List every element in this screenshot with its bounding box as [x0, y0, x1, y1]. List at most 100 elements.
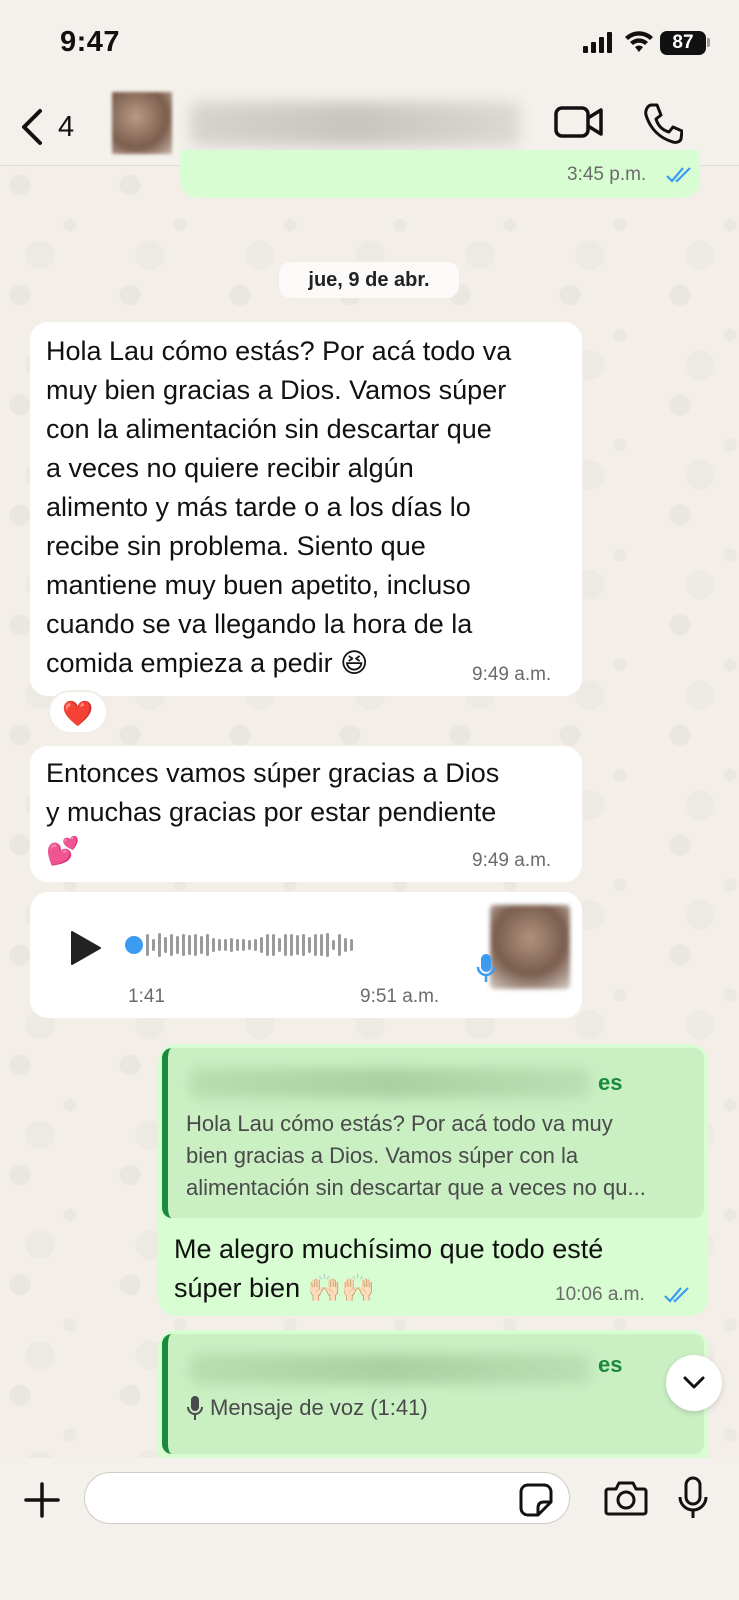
incoming-message[interactable]: Hola Lau cómo estás? Por acá todo va muy…	[30, 322, 582, 696]
microphone-icon	[476, 954, 496, 982]
quote-text: Mensaje de voz (1:41)	[210, 1395, 428, 1420]
audio-waveform[interactable]	[125, 930, 445, 960]
incoming-message[interactable]: Entonces vamos súper gracias a Dios y mu…	[30, 746, 582, 882]
video-camera-icon	[554, 106, 603, 138]
status-bar: 9:47 87	[0, 0, 739, 88]
quote-author-redacted	[190, 1068, 590, 1098]
waveform-bar	[152, 939, 155, 951]
quote-line: alimentación sin descartar que a veces n…	[186, 1175, 646, 1200]
message-time: 3:45 p.m.	[567, 164, 647, 185]
waveform-bar	[218, 939, 221, 951]
status-time: 9:47	[60, 26, 121, 58]
waveform-bar	[230, 938, 233, 952]
outgoing-message[interactable]: es Mensaje de voz (1:41)	[158, 1330, 708, 1460]
waveform-bar	[176, 936, 179, 954]
quoted-message[interactable]: es Hola Lau cómo estás? Por acá todo va …	[162, 1048, 704, 1218]
message-text: Me alegro muchísimo que todo esté súper …	[174, 1230, 603, 1308]
video-call-button[interactable]	[554, 102, 604, 147]
camera-icon[interactable]	[604, 1480, 648, 1516]
waveform-bar	[236, 939, 239, 951]
waveform-bar	[344, 938, 347, 952]
voice-call-button[interactable]	[643, 102, 684, 149]
date-separator: jue, 9 de abr.	[279, 262, 459, 298]
waveform-bar	[272, 934, 275, 956]
waveform-bar	[164, 937, 167, 953]
waveform-bar	[194, 934, 197, 956]
quote-line: Hola Lau cómo estás? Por acá todo va muy	[186, 1111, 613, 1136]
battery-indicator: 87	[660, 31, 706, 55]
outgoing-message[interactable]: es Hola Lau cómo estás? Por acá todo va …	[158, 1044, 708, 1316]
message-time: 9:49 a.m.	[472, 664, 552, 685]
battery-cap	[707, 38, 710, 47]
cellular-signal-icon	[583, 32, 612, 53]
waveform-bar	[254, 939, 257, 951]
phone-icon	[644, 103, 684, 144]
waveform-bar	[200, 936, 203, 954]
quote-line: bien gracias a Dios. Vamos súper con la	[186, 1143, 579, 1168]
message-input[interactable]	[84, 1472, 570, 1524]
sticker-icon[interactable]	[518, 1482, 554, 1518]
message-line: a veces no quiere recibir algún	[46, 453, 414, 483]
waveform-bar	[326, 933, 329, 957]
previous-outgoing-message[interactable]: 3:45 p.m.	[180, 150, 700, 198]
voice-duration: 1:41	[128, 986, 165, 1007]
contact-name-redacted[interactable]	[190, 102, 520, 146]
composer-bar	[0, 1458, 739, 1600]
message-line: cuando se va llegando la hora de la	[46, 609, 473, 639]
waveform-bar	[260, 937, 263, 953]
sender-avatar	[490, 905, 570, 989]
wifi-icon	[625, 31, 653, 52]
waveform-bar	[278, 938, 281, 952]
message-line: alimento y más tarde o a los días lo	[46, 492, 471, 522]
waveform-bar	[320, 934, 323, 956]
waveform-bar	[248, 940, 251, 950]
message-line: Me alegro muchísimo que todo esté	[174, 1234, 604, 1264]
quote-author-redacted	[190, 1354, 590, 1384]
message-line: súper bien 🙌🏻🙌🏻	[174, 1273, 375, 1303]
waveform-bar	[266, 934, 269, 956]
waveform-bar	[332, 940, 335, 950]
plus-icon[interactable]	[22, 1480, 62, 1520]
waveform-bar	[212, 938, 215, 952]
waveform-bar	[338, 934, 341, 956]
message-line: y muchas gracias por estar pendiente	[46, 797, 497, 827]
quote-author: es	[598, 1352, 623, 1377]
waveform-bar	[284, 934, 287, 956]
waveform-bar	[146, 934, 149, 956]
message-line: Hola Lau cómo estás? Por acá todo va	[46, 336, 512, 366]
waveform-bar	[170, 934, 173, 956]
waveform-bar	[314, 934, 317, 956]
quoted-message[interactable]: es Mensaje de voz (1:41)	[162, 1334, 704, 1454]
message-text: Hola Lau cómo estás? Por acá todo va muy…	[46, 332, 576, 683]
play-icon[interactable]	[70, 930, 102, 966]
unread-count: 4	[58, 110, 75, 143]
heart-reaction[interactable]: ❤️	[48, 690, 108, 734]
waveform-bar	[296, 935, 299, 955]
message-time: 9:51 a.m.	[360, 986, 440, 1007]
chevron-down-icon	[683, 1376, 705, 1389]
scroll-to-bottom-button[interactable]	[666, 1355, 722, 1411]
quote-author: es	[598, 1070, 623, 1095]
waveform-bar	[302, 934, 305, 956]
message-line: con la alimentación sin descartar que	[46, 414, 492, 444]
back-button[interactable]: 4	[20, 106, 90, 148]
microphone-icon	[187, 1396, 203, 1420]
waveform-bar	[224, 939, 227, 951]
read-receipt-icon	[666, 167, 691, 183]
message-line: mantiene muy buen apetito, incluso	[46, 570, 471, 600]
waveform-bar	[242, 939, 245, 951]
microphone-icon[interactable]	[678, 1476, 708, 1520]
audio-scrubber[interactable]	[125, 936, 143, 954]
waveform-bar	[350, 939, 353, 951]
read-receipt-icon	[664, 1287, 689, 1303]
waveform-bar	[308, 937, 311, 953]
message-time: 9:49 a.m.	[472, 850, 552, 871]
contact-avatar[interactable]	[112, 92, 172, 154]
quote-text: Hola Lau cómo estás? Por acá todo va muy…	[186, 1108, 646, 1204]
waveform-bar	[206, 934, 209, 956]
waveform-bar	[158, 933, 161, 957]
waveform-bar	[188, 935, 191, 955]
message-time: 10:06 a.m.	[555, 1284, 645, 1305]
waveform-bar	[182, 934, 185, 956]
message-line: Entonces vamos súper gracias a Dios	[46, 758, 500, 788]
